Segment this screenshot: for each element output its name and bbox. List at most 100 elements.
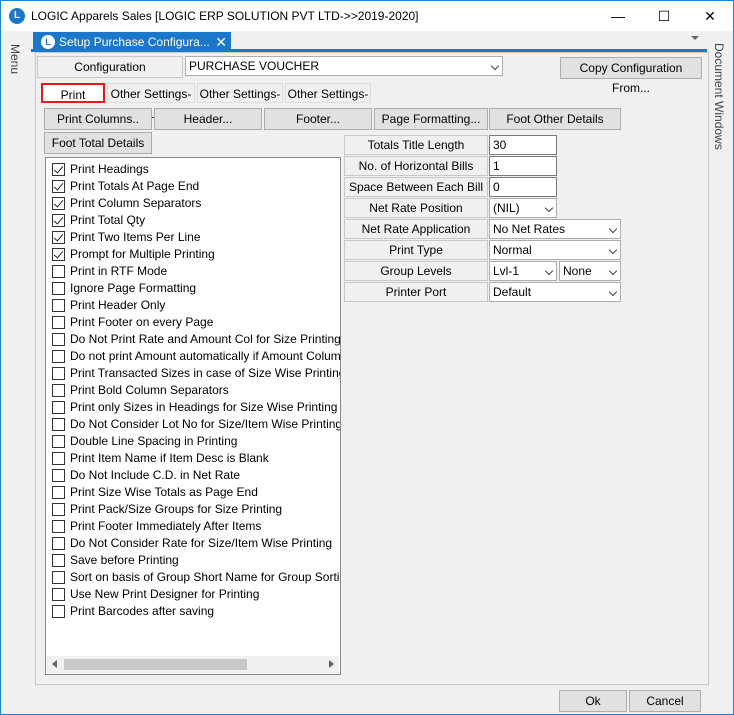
- chevron-down-icon: [608, 287, 618, 297]
- document-tabstrip: L Setup Purchase Configura... ✕: [31, 32, 707, 52]
- checkbox-unchecked[interactable]: [52, 418, 65, 431]
- page-formatting-button[interactable]: Page Formatting...: [374, 108, 488, 130]
- maximize-button[interactable]: ☐: [641, 1, 687, 31]
- checkbox-checked[interactable]: [52, 248, 65, 261]
- foot-total-details-button[interactable]: Foot Total Details: [44, 132, 152, 154]
- checkbox-unchecked[interactable]: [52, 316, 65, 329]
- tab-close-icon[interactable]: ✕: [215, 32, 227, 52]
- checklist-item-label: Sort on basis of Group Short Name for Gr…: [70, 570, 341, 584]
- header-button[interactable]: Header...: [154, 108, 262, 130]
- net-rate-application-select[interactable]: No Net Rates: [489, 219, 621, 239]
- print-type-value: Normal: [493, 243, 532, 257]
- checkbox-checked[interactable]: [52, 163, 65, 176]
- scrollbar-thumb[interactable]: [64, 659, 247, 670]
- checklist-item-label: Print Totals At Page End: [70, 179, 200, 193]
- menu-sidebar[interactable]: Menu: [3, 32, 29, 682]
- checklist-item-label: Print Bold Column Separators: [70, 383, 229, 397]
- title-bar: L LOGIC Apparels Sales [LOGIC ERP SOLUTI…: [1, 1, 733, 31]
- group-levels-select[interactable]: Lvl-1: [489, 261, 557, 281]
- tab-list-chevron-down-icon[interactable]: [691, 36, 699, 40]
- footer-button[interactable]: Footer...: [264, 108, 372, 130]
- checkbox-unchecked[interactable]: [52, 401, 65, 414]
- app-logo-icon: L: [41, 35, 55, 49]
- checkbox-checked[interactable]: [52, 231, 65, 244]
- tab-label: Setup Purchase Configura...: [59, 35, 210, 49]
- checkbox-checked[interactable]: [52, 214, 65, 227]
- checklist-item-label: Print Item Name if Item Desc is Blank: [70, 451, 269, 465]
- space-between-bill-input[interactable]: 0: [489, 177, 557, 197]
- tab-setup-purchase-configuration[interactable]: L Setup Purchase Configura... ✕: [33, 32, 231, 52]
- checklist-item-label: Print in RTF Mode: [70, 264, 168, 278]
- ok-button[interactable]: Ok: [559, 690, 627, 712]
- checkbox-unchecked[interactable]: [52, 503, 65, 516]
- net-rate-position-select[interactable]: (NIL): [489, 198, 557, 218]
- checklist-item-label: Print Transacted Sizes in case of Size W…: [70, 366, 341, 380]
- checkbox-unchecked[interactable]: [52, 435, 65, 448]
- checkbox-unchecked[interactable]: [52, 537, 65, 550]
- chevron-down-icon: [608, 266, 618, 276]
- checkbox-unchecked[interactable]: [52, 588, 65, 601]
- checkbox-unchecked[interactable]: [52, 571, 65, 584]
- net-rate-position-label: Net Rate Position: [344, 198, 488, 218]
- checklist-item-label: Print Header Only: [70, 298, 166, 312]
- checkbox-unchecked[interactable]: [52, 299, 65, 312]
- configuration-select[interactable]: PURCHASE VOUCHER: [185, 56, 503, 76]
- document-windows-sidebar[interactable]: Document Windows: [712, 43, 726, 150]
- configuration-label: Configuration: [37, 56, 183, 78]
- checklist-item-label: Ignore Page Formatting: [70, 281, 197, 295]
- checkbox-unchecked[interactable]: [52, 282, 65, 295]
- tab-other-settings-2[interactable]: Other Settings-2: [197, 83, 283, 121]
- checklist-item-label: Do Not Print Rate and Amount Col for Siz…: [70, 332, 341, 346]
- checkbox-unchecked[interactable]: [52, 554, 65, 567]
- checkbox-unchecked[interactable]: [52, 367, 65, 380]
- net-rate-position-value: (NIL): [493, 201, 520, 215]
- cancel-button[interactable]: Cancel: [629, 690, 701, 712]
- print-columns-button[interactable]: Print Columns..: [44, 108, 152, 130]
- checklist-item-label: Save before Printing: [70, 553, 179, 567]
- checkbox-unchecked[interactable]: [52, 384, 65, 397]
- horizontal-scrollbar[interactable]: [47, 656, 339, 673]
- print-type-select[interactable]: Normal: [489, 240, 621, 260]
- tab-print-options[interactable]: Print Options: [41, 83, 105, 122]
- checklist-item-label: Do Not Consider Rate for Size/Item Wise …: [70, 536, 333, 550]
- checkbox-unchecked[interactable]: [52, 486, 65, 499]
- horizontal-bills-label: No. of Horizontal Bills: [344, 156, 488, 176]
- chevron-down-icon: [608, 224, 618, 234]
- menu-sidebar-label: Menu: [8, 44, 22, 75]
- close-button[interactable]: ✕: [687, 1, 733, 31]
- checkbox-checked[interactable]: [52, 197, 65, 210]
- checklist-item-label: Print Headings: [70, 162, 149, 176]
- tab-other-settings-3[interactable]: Other Settings-3: [285, 83, 371, 121]
- horizontal-bills-input[interactable]: 1: [489, 156, 557, 176]
- main-window: L LOGIC Apparels Sales [LOGIC ERP SOLUTI…: [0, 0, 734, 715]
- group-levels-label: Group Levels: [344, 261, 488, 281]
- foot-other-details-button[interactable]: Foot Other Details: [489, 108, 621, 130]
- scroll-right-icon[interactable]: [329, 660, 334, 668]
- checkbox-unchecked[interactable]: [52, 605, 65, 618]
- app-logo-icon: L: [9, 8, 25, 24]
- totals-title-length-label: Totals Title Length: [344, 135, 488, 155]
- printer-port-select[interactable]: Default: [489, 282, 621, 302]
- checklist-item-label: Print Footer Immediately After Items: [70, 519, 262, 533]
- checkbox-unchecked[interactable]: [52, 265, 65, 278]
- space-between-bill-label: Space Between Each Bill: [344, 177, 488, 197]
- tab-other-settings-1[interactable]: Other Settings-1: [107, 83, 195, 121]
- checkbox-unchecked[interactable]: [52, 350, 65, 363]
- copy-configuration-button[interactable]: Copy Configuration From...: [560, 57, 702, 95]
- print-options-checklist[interactable]: Print Headings Print Totals At Page End Pr…: [45, 157, 341, 675]
- net-rate-application-value: No Net Rates: [493, 222, 566, 236]
- group-levels-secondary-select[interactable]: None: [559, 261, 621, 281]
- scroll-left-icon[interactable]: [52, 660, 57, 668]
- configuration-value: PURCHASE VOUCHER: [189, 59, 320, 73]
- minimize-button[interactable]: —: [595, 1, 641, 31]
- chevron-down-icon: [544, 266, 554, 276]
- checklist-item-label: Do Not Include C.D. in Net Rate: [70, 468, 241, 482]
- checkbox-unchecked[interactable]: [52, 333, 65, 346]
- checkbox-unchecked[interactable]: [52, 520, 65, 533]
- checklist-item-label: Print Size Wise Totals as Page End: [70, 485, 258, 499]
- totals-title-length-input[interactable]: 30: [489, 135, 557, 155]
- checklist-item-label: Print only Sizes in Headings for Size Wi…: [70, 400, 338, 414]
- checkbox-unchecked[interactable]: [52, 469, 65, 482]
- checkbox-checked[interactable]: [52, 180, 65, 193]
- checkbox-unchecked[interactable]: [52, 452, 65, 465]
